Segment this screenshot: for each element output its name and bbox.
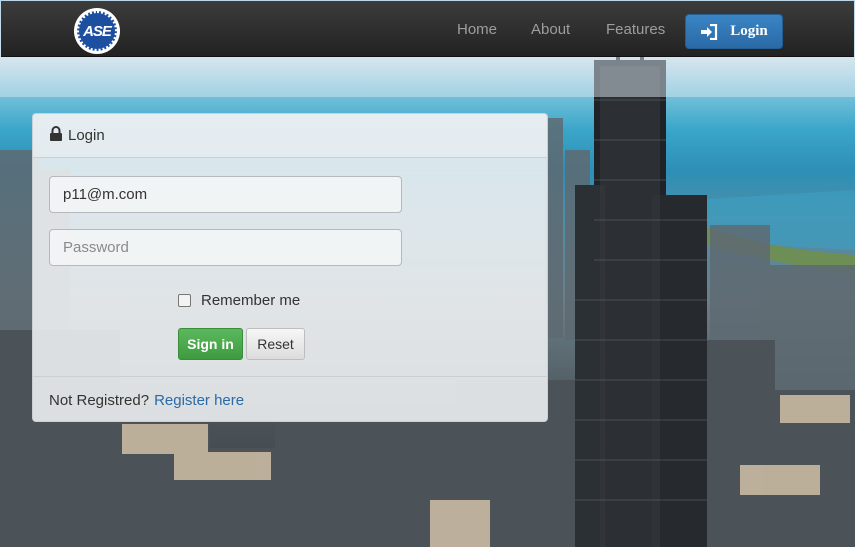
- password-input[interactable]: [49, 229, 402, 266]
- top-navbar: ASE Home About Features Login: [1, 1, 854, 57]
- login-nav-label: Login: [730, 23, 768, 39]
- login-panel-footer: Not Registred? Register here: [33, 376, 547, 421]
- lock-icon: [49, 125, 63, 146]
- ase-logo-badge: ASE: [77, 11, 117, 51]
- login-nav-button[interactable]: Login: [685, 14, 783, 49]
- not-registered-text: Not Registred?: [49, 391, 150, 409]
- remember-me-checkbox[interactable]: [178, 294, 191, 307]
- sign-in-button[interactable]: Sign in: [178, 328, 243, 360]
- remember-me-row: Remember me: [178, 292, 300, 309]
- nav-features-link[interactable]: Features: [606, 21, 665, 38]
- nav-about-link[interactable]: About: [531, 21, 570, 38]
- register-link[interactable]: Register here: [154, 392, 244, 409]
- logo-text: ASE: [83, 22, 112, 40]
- nav-home-link[interactable]: Home: [457, 21, 497, 38]
- login-panel: Login Remember me Sign in Reset Not Regi…: [32, 113, 548, 422]
- sign-in-icon: [700, 23, 718, 40]
- reset-button[interactable]: Reset: [246, 328, 305, 360]
- login-panel-title: Login: [68, 127, 105, 144]
- remember-me-label[interactable]: Remember me: [201, 292, 300, 309]
- email-input[interactable]: [49, 176, 402, 213]
- login-panel-heading: Login: [33, 114, 547, 158]
- ase-logo[interactable]: ASE: [74, 8, 120, 54]
